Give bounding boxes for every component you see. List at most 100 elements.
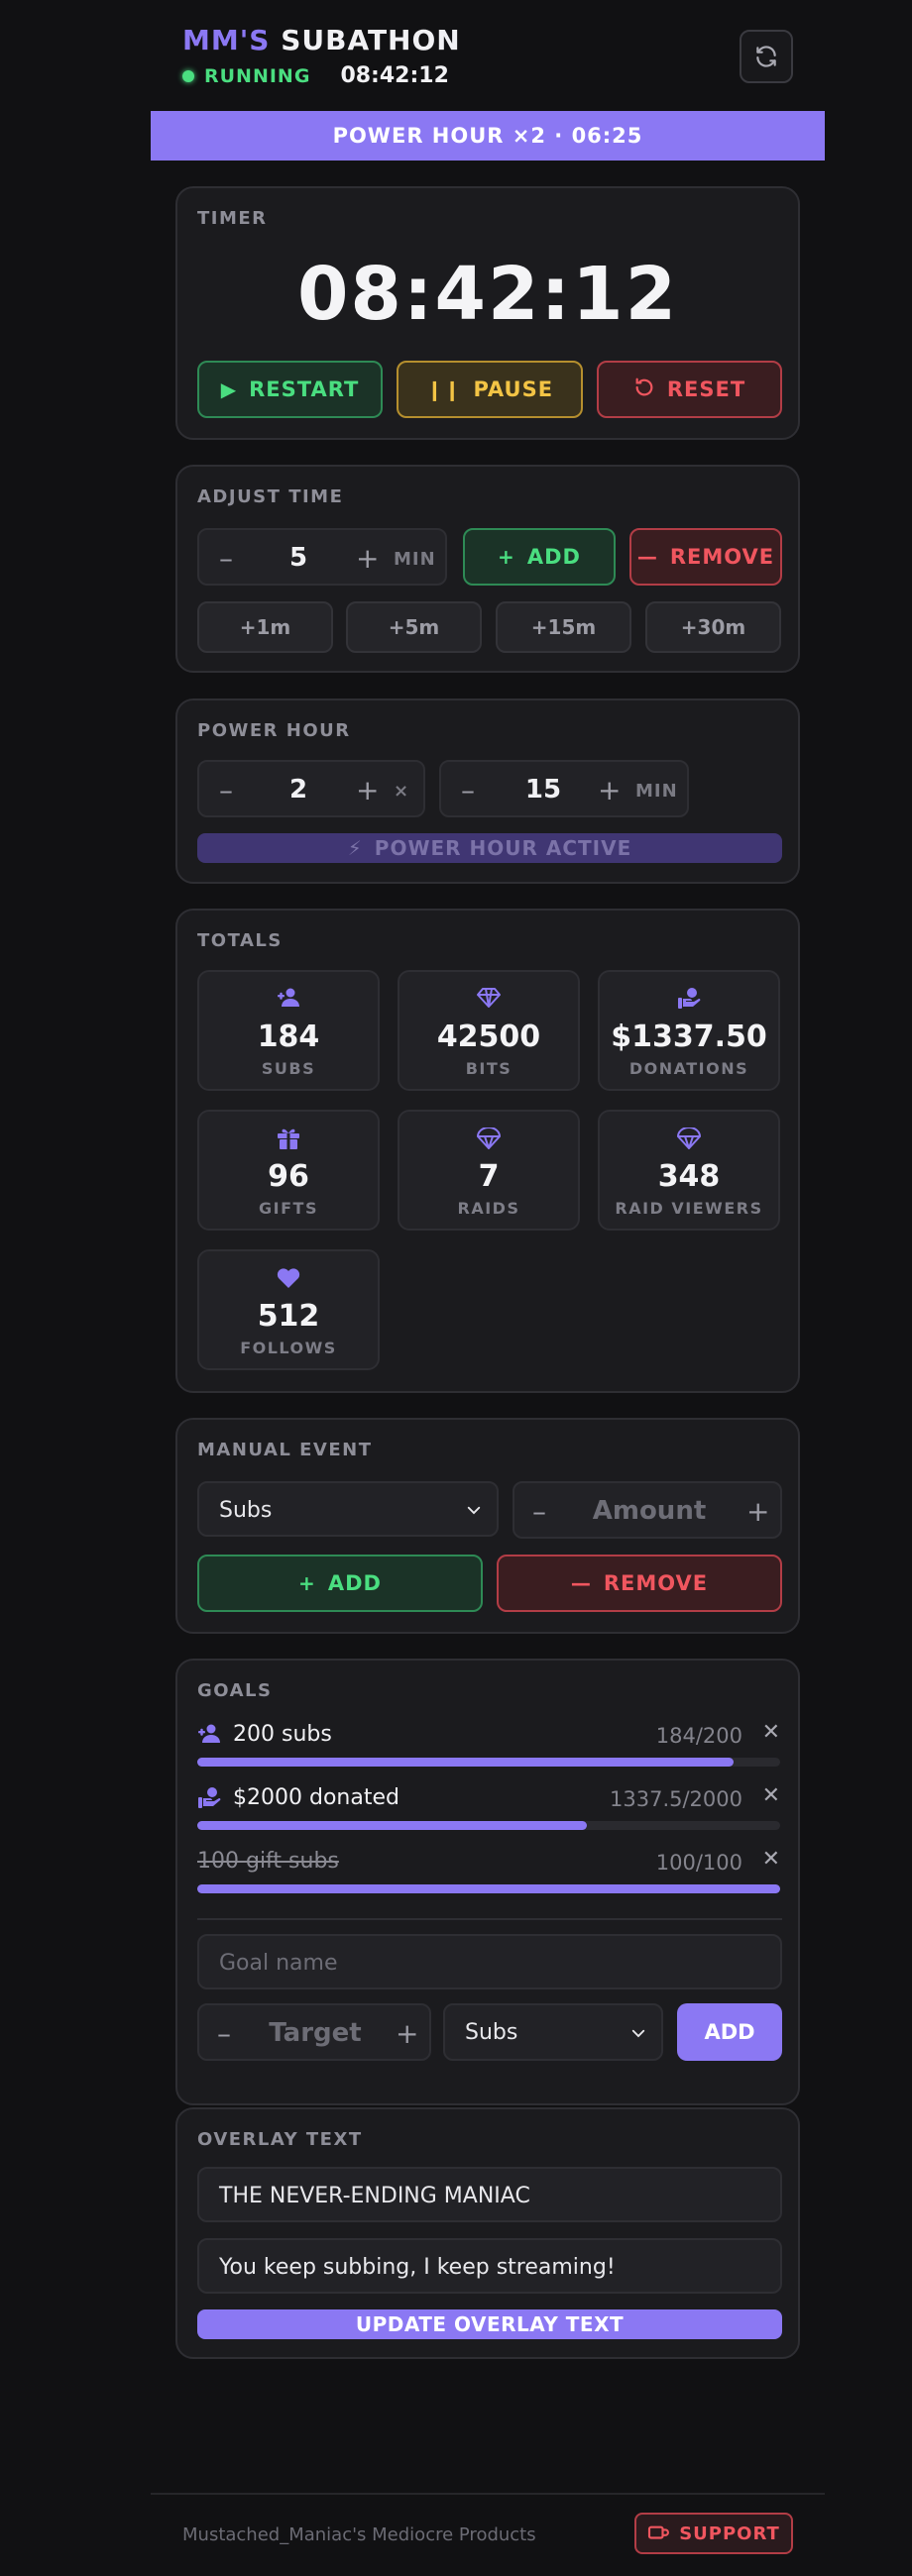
- total-follows-value: 512: [257, 1299, 320, 1334]
- target-decrement-button[interactable]: –: [217, 2017, 231, 2050]
- manual-event-title: MANUAL EVENT: [197, 1440, 373, 1460]
- plus-icon: +: [498, 545, 515, 569]
- manual-add-label: ADD: [327, 1571, 382, 1595]
- add-time-button[interactable]: + ADD: [463, 528, 616, 586]
- quick-add-30m-button[interactable]: +30m: [645, 601, 781, 653]
- target-increment-button[interactable]: +: [396, 2017, 418, 2050]
- goal-name: 100 gift subs: [197, 1849, 339, 1874]
- support-button[interactable]: SUPPORT: [634, 2513, 793, 2554]
- goal-name-placeholder: Goal name: [219, 1951, 338, 1976]
- power-hour-title: POWER HOUR: [197, 720, 351, 741]
- delete-goal-button[interactable]: ✕: [762, 1847, 780, 1872]
- total-bits-label: BITS: [465, 1059, 513, 1078]
- goal-target-input[interactable]: Target: [251, 2018, 380, 2048]
- multiplier-unit: ×: [394, 781, 410, 802]
- delete-goal-button[interactable]: ✕: [762, 1720, 780, 1745]
- multiplier-decrement-button[interactable]: –: [219, 774, 233, 806]
- parachute-icon: [399, 1127, 578, 1149]
- pause-label: PAUSE: [473, 377, 554, 401]
- minutes-increment-button[interactable]: +: [356, 542, 379, 575]
- chevron-down-icon: [467, 1506, 481, 1515]
- total-donations-value: $1337.50: [611, 1020, 767, 1054]
- refresh-button[interactable]: [740, 30, 793, 83]
- amount-stepper: – Amount +: [513, 1481, 782, 1539]
- timer-title: TIMER: [197, 208, 268, 229]
- goal-name: $2000 donated: [233, 1785, 399, 1810]
- power-hour-active-button[interactable]: ⚡ POWER HOUR ACTIVE: [197, 833, 782, 863]
- power-hour-banner: POWER HOUR ×2 · 06:25: [151, 111, 825, 161]
- multiplier-stepper: – 2 + ×: [197, 760, 425, 817]
- add-goal-button[interactable]: ADD: [677, 2003, 782, 2061]
- overlay-text-title: OVERLAY TEXT: [197, 2129, 363, 2150]
- total-raids-tile: 7 RAIDS: [398, 1110, 580, 1231]
- user-plus-icon: [199, 988, 378, 1008]
- diamond-icon: [399, 988, 578, 1008]
- multiplier-increment-button[interactable]: +: [356, 774, 379, 806]
- event-type-value: Subs: [219, 1498, 273, 1523]
- manual-event-card: MANUAL EVENT Subs – Amount + + ADD — REM…: [175, 1418, 800, 1634]
- total-donations-tile: $1337.50 DONATIONS: [598, 970, 780, 1091]
- goal-name-input[interactable]: Goal name: [197, 1934, 782, 1989]
- goals-card: GOALS 200 subs 184/200 ✕ $2000 donated 1…: [175, 1659, 800, 2105]
- hand-coin-icon: [197, 1787, 221, 1813]
- amount-decrement-button[interactable]: –: [532, 1495, 546, 1528]
- goal-progress: 1337.5/2000: [610, 1787, 742, 1811]
- quick-add-5m-button[interactable]: +5m: [346, 601, 482, 653]
- goal-type-select[interactable]: Subs: [443, 2003, 663, 2061]
- total-raids-value: 7: [478, 1159, 500, 1194]
- overlay-line1-input[interactable]: THE NEVER-ENDING MANIAC: [197, 2167, 782, 2222]
- total-raids-label: RAIDS: [457, 1199, 520, 1218]
- goal-target-stepper: – Target +: [197, 2003, 431, 2061]
- reset-button[interactable]: RESET: [597, 361, 782, 418]
- manual-remove-button[interactable]: — REMOVE: [497, 1555, 782, 1612]
- event-type-select[interactable]: Subs: [197, 1481, 499, 1537]
- minus-icon: —: [636, 545, 658, 569]
- add-time-label: ADD: [526, 545, 581, 569]
- goal-item: 200 subs 184/200 ✕: [197, 1720, 780, 1783]
- pause-button[interactable]: ❙❙ PAUSE: [397, 361, 583, 418]
- power-hour-card: POWER HOUR – 2 + × – 15 + MIN ⚡ POWER HO…: [175, 698, 800, 884]
- header-timer: 08:42:12: [340, 63, 449, 88]
- user-plus-icon: [197, 1724, 221, 1748]
- brand-name: SUBATHON: [281, 24, 461, 56]
- quick-add-15m-button[interactable]: +15m: [496, 601, 631, 653]
- goal-progress-fill: [197, 1821, 588, 1830]
- total-subs-tile: 184 SUBS: [197, 970, 380, 1091]
- restart-button[interactable]: ▶ RESTART: [197, 361, 383, 418]
- goal-progress-track: [197, 1821, 780, 1830]
- total-follows-label: FOLLOWS: [240, 1339, 337, 1357]
- total-raid-viewers-value: 348: [657, 1159, 721, 1194]
- adjust-time-title: ADJUST TIME: [197, 486, 344, 507]
- amount-increment-button[interactable]: +: [746, 1495, 769, 1528]
- overlay-line1-value: THE NEVER-ENDING MANIAC: [219, 2184, 530, 2208]
- power-hour-minutes-stepper: – 15 + MIN: [439, 760, 689, 817]
- heart-icon: [199, 1267, 378, 1289]
- amount-input[interactable]: Amount: [574, 1496, 725, 1526]
- minutes-unit: MIN: [394, 549, 436, 570]
- totals-title: TOTALS: [197, 930, 283, 951]
- overlay-line2-value: You keep subbing, I keep streaming!: [219, 2255, 616, 2280]
- update-overlay-button[interactable]: UPDATE OVERLAY TEXT: [197, 2309, 782, 2339]
- power-minutes-increment-button[interactable]: +: [598, 774, 621, 806]
- delete-goal-button[interactable]: ✕: [762, 1783, 780, 1808]
- total-gifts-tile: 96 GIFTS: [197, 1110, 380, 1231]
- chevron-down-icon: [631, 2029, 645, 2038]
- total-raid-viewers-tile: 348 RAID VIEWERS: [598, 1110, 780, 1231]
- remove-time-button[interactable]: — REMOVE: [629, 528, 782, 586]
- overlay-line2-input[interactable]: You keep subbing, I keep streaming!: [197, 2238, 782, 2294]
- minutes-value[interactable]: 5: [279, 543, 318, 573]
- footer-divider: [151, 2493, 825, 2495]
- reset-label: RESET: [666, 377, 746, 401]
- manual-add-button[interactable]: + ADD: [197, 1555, 483, 1612]
- power-minutes-decrement-button[interactable]: –: [461, 774, 475, 806]
- quick-add-1m-button[interactable]: +1m: [197, 601, 333, 653]
- multiplier-value[interactable]: 2: [279, 775, 318, 805]
- hand-coin-icon: [600, 988, 778, 1010]
- totals-card: TOTALS 184 SUBS 42500 BITS $1337.50 DONA…: [175, 909, 800, 1393]
- total-raid-viewers-label: RAID VIEWERS: [615, 1199, 763, 1218]
- status-dot-icon: [182, 69, 194, 82]
- power-minutes-value[interactable]: 15: [518, 775, 568, 805]
- total-bits-tile: 42500 BITS: [398, 970, 580, 1091]
- minutes-decrement-button[interactable]: –: [219, 542, 233, 575]
- app-title: MM'S SUBATHON: [182, 24, 461, 56]
